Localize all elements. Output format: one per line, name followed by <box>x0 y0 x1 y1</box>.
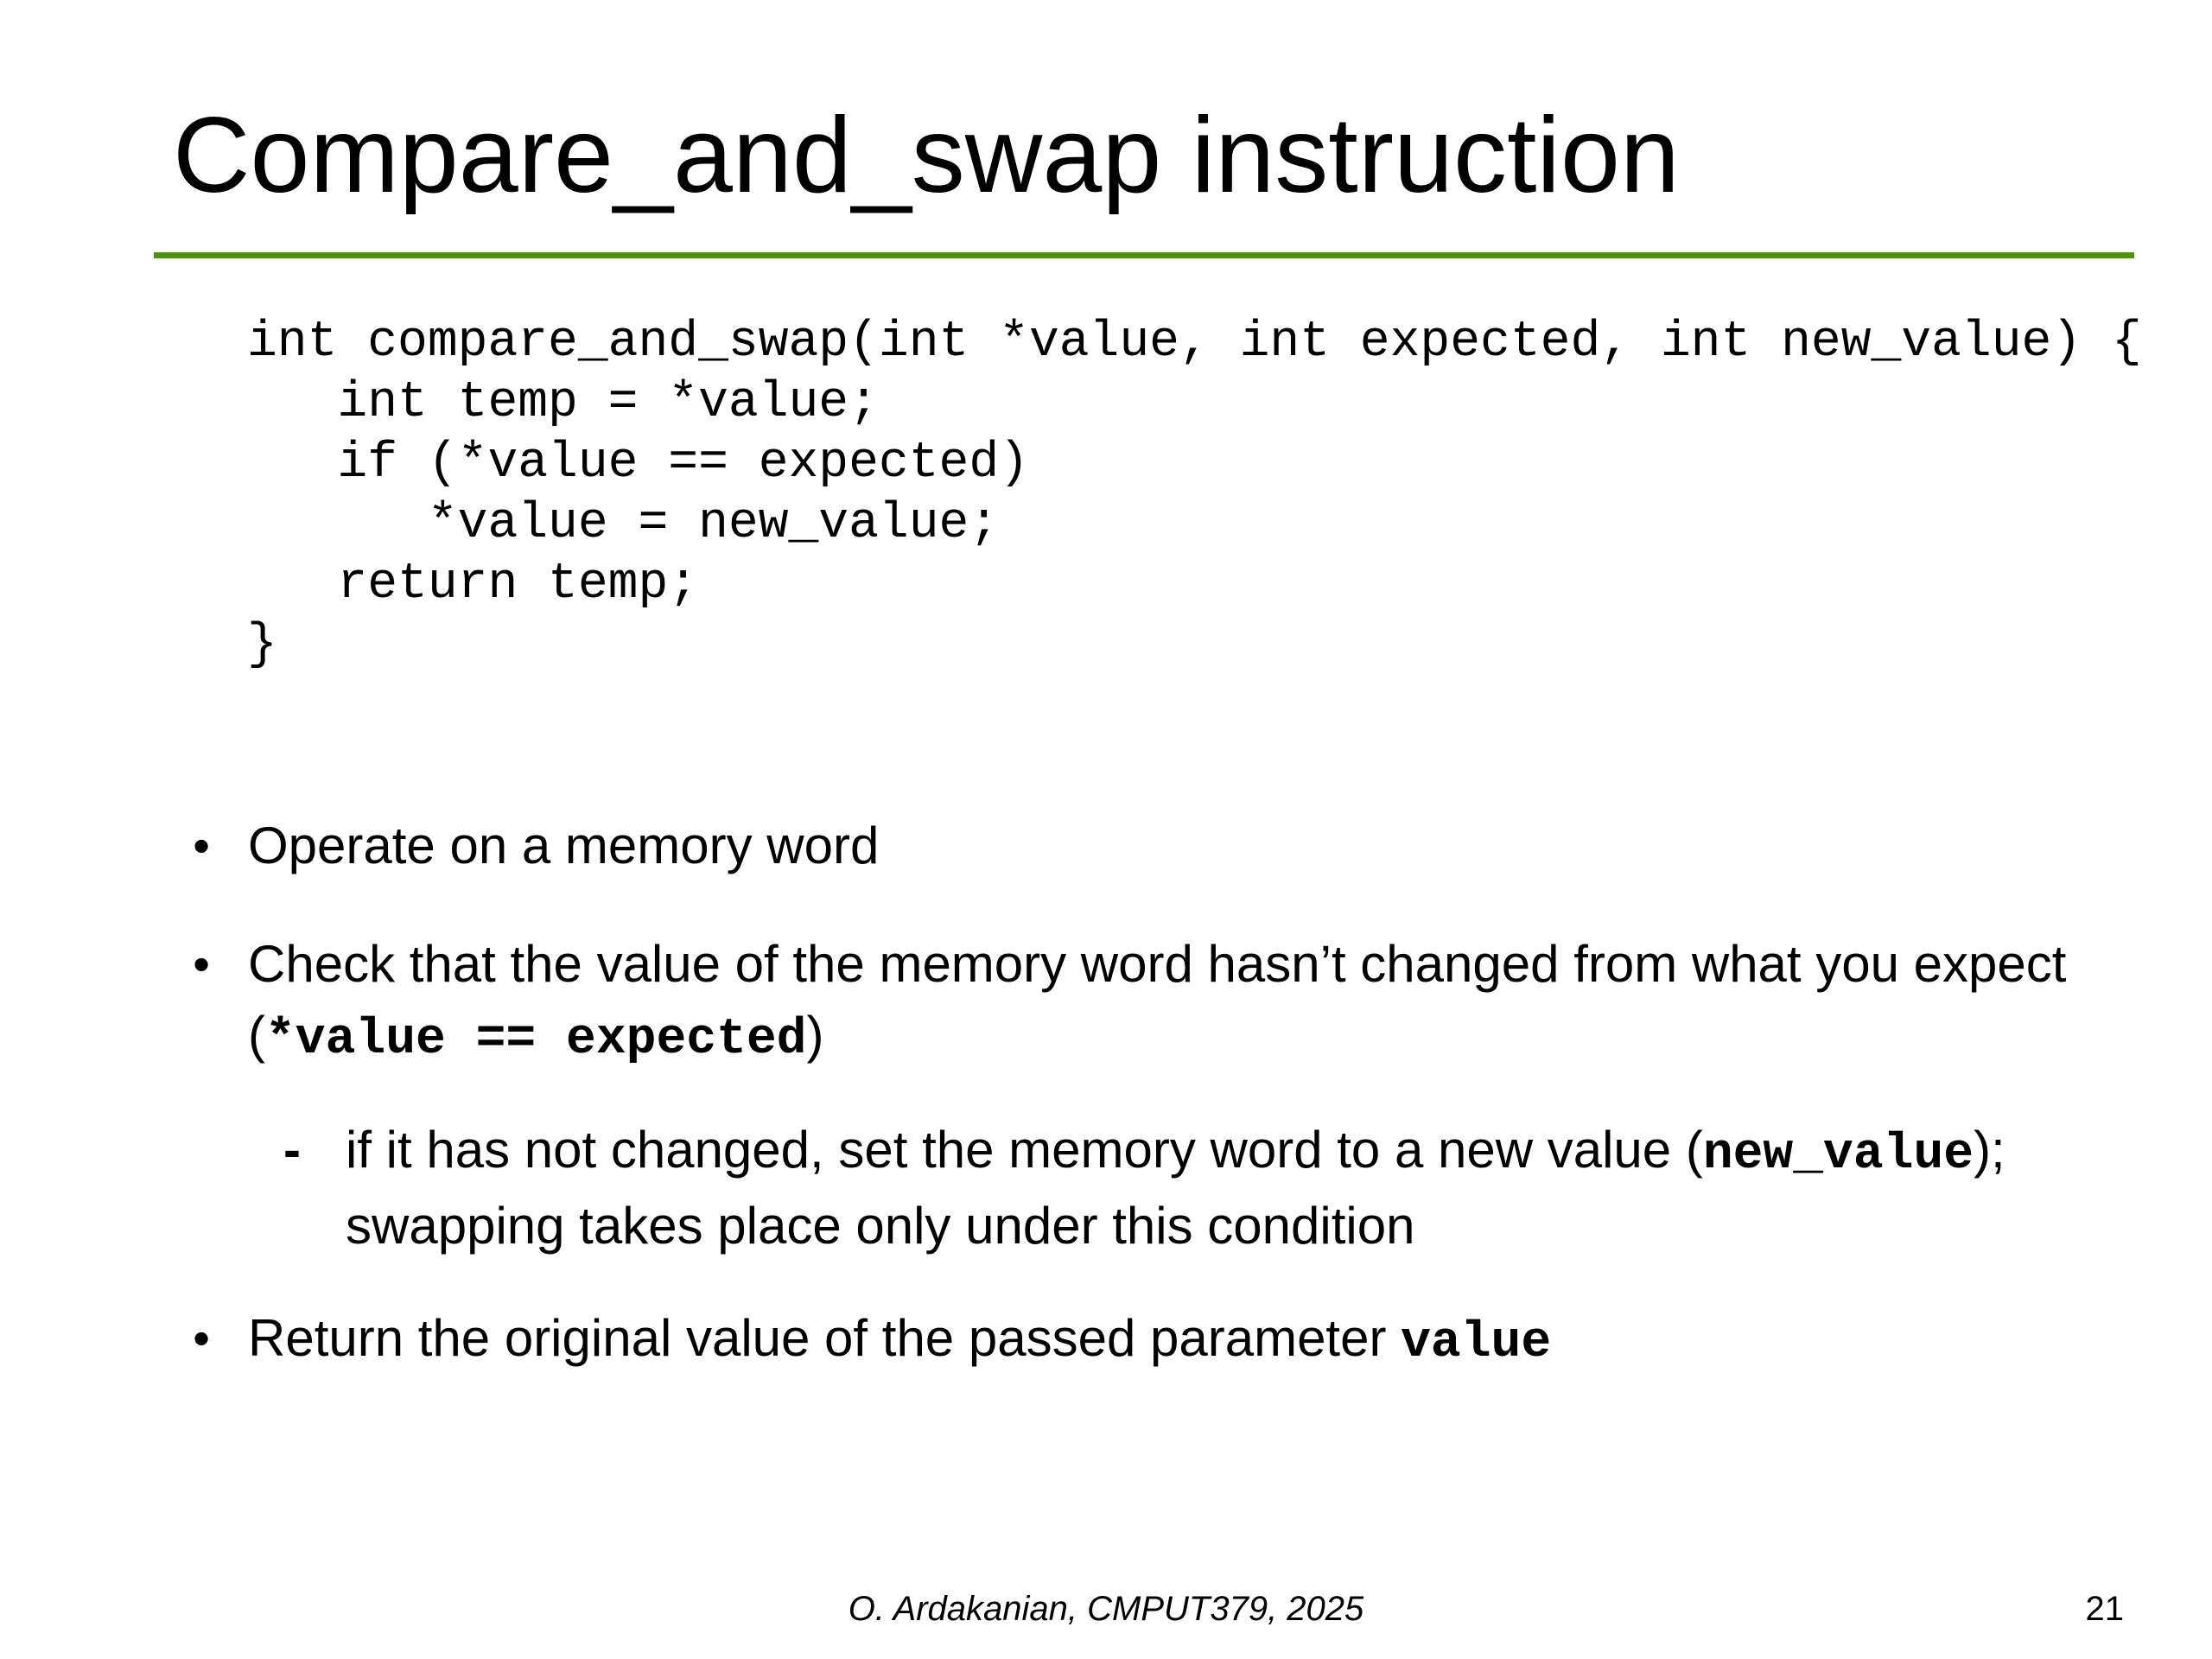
slide: Compare_and_swap instruction int compare… <box>0 0 2212 1659</box>
code-line: int compare_and_swap(int *value, int exp… <box>247 315 2142 371</box>
title-divider <box>154 252 2134 258</box>
inline-code: value <box>1401 1315 1552 1371</box>
sub-bullet-text: if it has not changed, set the memory wo… <box>346 1121 1703 1179</box>
inline-code: new_value <box>1702 1127 1974 1183</box>
bullet-marker: • <box>193 1311 210 1365</box>
bullet-text: Operate on a memory word <box>248 817 880 874</box>
code-line: return temp; <box>247 556 699 613</box>
bullet-text: Return the original value of the passed … <box>248 1309 1402 1367</box>
code-line: int temp = *value; <box>247 375 879 431</box>
code-line: if (*value == expected) <box>247 435 1029 492</box>
slide-title: Compare_and_swap instruction <box>173 96 1680 215</box>
page-number: 21 <box>2085 1590 2125 1628</box>
bullet-marker: • <box>193 818 210 873</box>
bullet-marker: • <box>193 937 210 991</box>
bullet-text: ) <box>806 1006 824 1064</box>
slide-footer: O. Ardakanian, CMPUT379, 2025 <box>848 1590 1364 1628</box>
code-line: *value = new_value; <box>247 496 1000 552</box>
inline-code: *value == expected <box>264 1012 807 1068</box>
sub-bullet-item: - if it has not changed, set the memory … <box>283 1115 2143 1262</box>
bullet-item: • Check that the value of the memory wor… <box>193 929 2080 1076</box>
code-line: } <box>247 617 277 673</box>
bullet-item: • Return the original value of the passe… <box>193 1303 2149 1379</box>
bullet-item: • Operate on a memory word <box>193 810 2149 881</box>
sub-bullet-marker: - <box>283 1121 301 1179</box>
code-block: int compare_and_swap(int *value, int exp… <box>247 313 2142 676</box>
